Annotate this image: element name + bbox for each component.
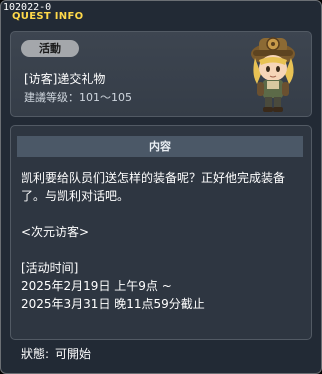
- quest-status: 狀態: 可開始: [21, 347, 97, 361]
- quest-header-panel: 活動 [访客]递交礼物 建議等级：101～105: [10, 31, 312, 117]
- description-line: <次元访客>: [21, 225, 90, 239]
- description-line: [活动时间]: [21, 261, 79, 275]
- npc-portrait-icon: [251, 37, 295, 112]
- description-line: 凯利要给队员们送怎样的装备呢？正好他完成装备: [21, 171, 286, 185]
- content-heading: 内容: [17, 136, 303, 157]
- quest-info-window: 102022-0 QUEST INFO 活動 [访客]递交礼物 建議等级：101…: [0, 0, 322, 374]
- description-line: [21, 205, 303, 223]
- category-badge: 活動: [21, 40, 79, 57]
- description-line: 2025年2月19日 上午9点 ~: [21, 279, 172, 293]
- recommended-level: 建議等级：101～105: [24, 91, 132, 104]
- description-line: [21, 241, 303, 259]
- status-value: 可開始: [55, 347, 92, 361]
- window-title: QUEST INFO: [12, 11, 84, 22]
- description-line: 2025年3月31日 晚11点59分截止: [21, 297, 205, 311]
- status-label: 狀態:: [21, 347, 50, 361]
- quest-description: 凯利要给队员们送怎样的装备呢？正好他完成装备 了。与凯利对话吧。 <次元访客> …: [21, 169, 303, 313]
- description-line: 了。与凯利对话吧。: [21, 189, 130, 203]
- quest-name: [访客]递交礼物: [24, 72, 106, 86]
